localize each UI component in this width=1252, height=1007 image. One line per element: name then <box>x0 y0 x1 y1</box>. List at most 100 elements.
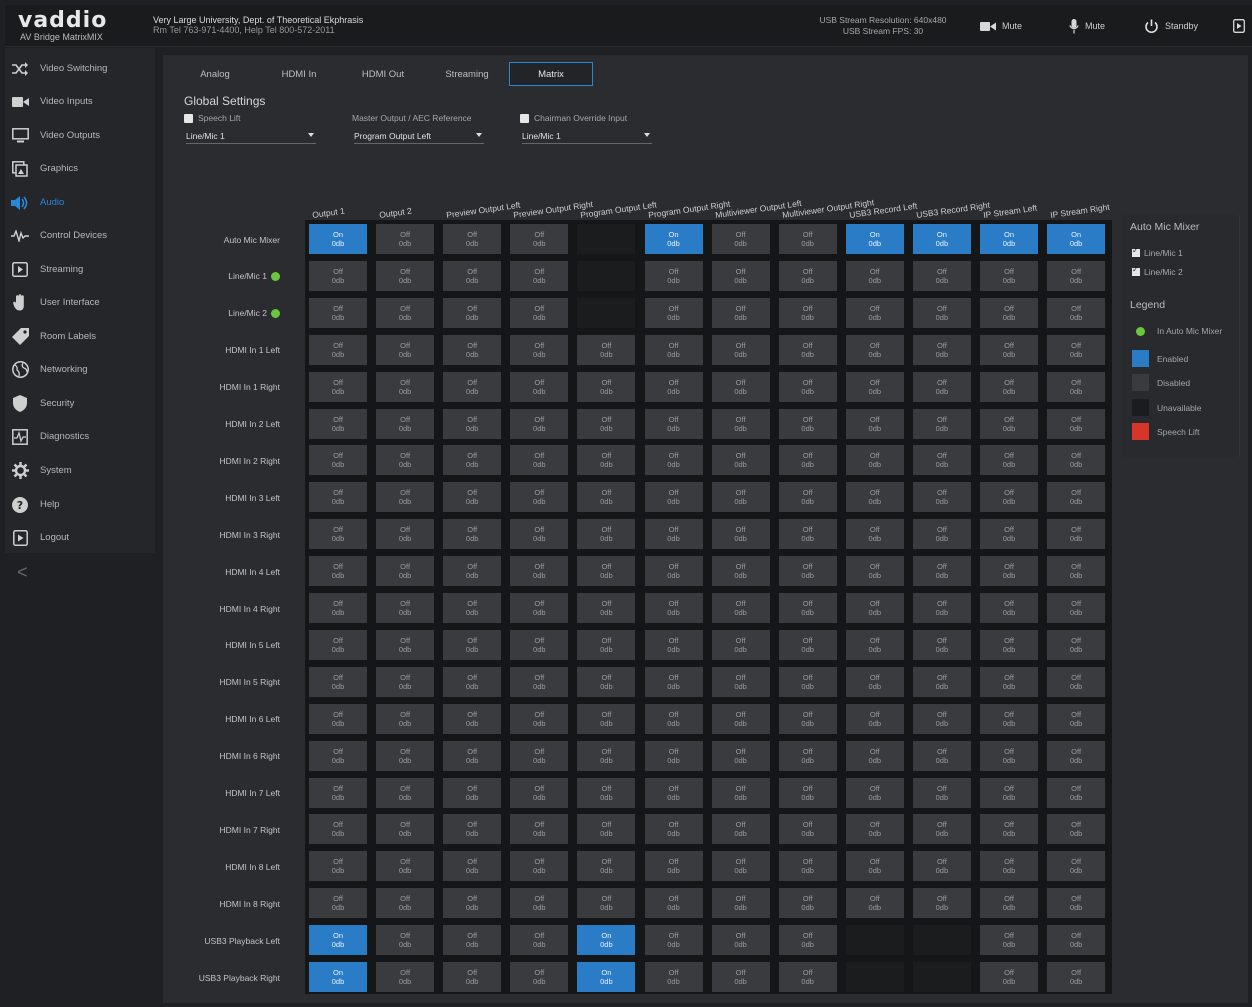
matrix-cell[interactable]: Off 0db <box>577 777 636 808</box>
matrix-cell[interactable]: Off 0db <box>711 556 770 587</box>
matrix-cell[interactable]: Off 0db <box>376 408 435 439</box>
matrix-cell[interactable]: Off 0db <box>644 740 703 771</box>
matrix-cell[interactable]: Off 0db <box>309 556 367 587</box>
matrix-cell[interactable]: Off 0db <box>443 814 502 845</box>
matrix-cell[interactable]: Off 0db <box>443 703 502 734</box>
matrix-cell[interactable]: Off 0db <box>778 260 837 291</box>
matrix-cell[interactable]: Off 0db <box>711 334 770 365</box>
matrix-cell[interactable]: Off 0db <box>1047 888 1106 919</box>
matrix-cell[interactable]: Off 0db <box>711 703 770 734</box>
tab-hdmi-in[interactable]: HDMI In <box>257 62 341 86</box>
matrix-cell[interactable]: Off 0db <box>912 814 971 845</box>
matrix-cell[interactable]: Off 0db <box>845 556 904 587</box>
matrix-cell[interactable]: Off 0db <box>644 851 703 882</box>
matrix-cell[interactable]: Off 0db <box>443 629 502 660</box>
matrix-cell[interactable]: Off 0db <box>1047 777 1106 808</box>
matrix-cell[interactable]: Off 0db <box>309 851 367 882</box>
matrix-cell[interactable]: Off 0db <box>376 814 435 845</box>
matrix-cell[interactable]: Off 0db <box>980 297 1038 328</box>
matrix-cell[interactable]: Off 0db <box>443 888 502 919</box>
matrix-cell[interactable]: Off 0db <box>376 851 435 882</box>
matrix-cell[interactable]: Off 0db <box>309 777 367 808</box>
sidebar-item-video-switching[interactable]: Video Switching <box>5 52 155 85</box>
matrix-cell[interactable]: Off 0db <box>644 408 703 439</box>
matrix-cell[interactable]: Off 0db <box>644 666 703 697</box>
matrix-cell[interactable]: Off 0db <box>309 629 367 660</box>
matrix-cell[interactable]: Off 0db <box>912 777 971 808</box>
matrix-cell[interactable]: Off 0db <box>577 851 636 882</box>
matrix-cell[interactable]: Off 0db <box>980 260 1038 291</box>
matrix-cell[interactable]: On 0db <box>644 224 703 254</box>
matrix-cell[interactable]: Off 0db <box>1047 408 1106 439</box>
matrix-cell[interactable]: Off 0db <box>376 297 435 328</box>
matrix-cell[interactable]: Off 0db <box>912 851 971 882</box>
matrix-cell[interactable]: Off 0db <box>980 814 1038 845</box>
matrix-cell[interactable]: Off 0db <box>980 482 1038 513</box>
matrix-cell[interactable]: Off 0db <box>980 888 1038 919</box>
matrix-cell[interactable]: Off 0db <box>644 925 703 956</box>
matrix-cell[interactable]: Off 0db <box>912 888 971 919</box>
matrix-cell[interactable]: Off 0db <box>309 666 367 697</box>
chairman-override-option[interactable]: Chairman Override Input <box>520 113 627 123</box>
matrix-cell[interactable]: Off 0db <box>644 482 703 513</box>
matrix-cell[interactable]: Off 0db <box>778 962 837 992</box>
matrix-cell[interactable]: Off 0db <box>577 740 636 771</box>
matrix-cell[interactable]: Off 0db <box>510 224 569 254</box>
matrix-cell[interactable]: Off 0db <box>510 482 569 513</box>
matrix-cell[interactable]: Off 0db <box>845 260 904 291</box>
matrix-cell[interactable]: Off 0db <box>309 334 367 365</box>
matrix-cell[interactable]: Off 0db <box>644 593 703 623</box>
matrix-cell[interactable]: Off 0db <box>845 445 904 476</box>
matrix-cell[interactable]: On 0db <box>577 962 636 992</box>
matrix-cell[interactable]: Off 0db <box>778 593 837 623</box>
matrix-cell[interactable]: Off 0db <box>1047 740 1106 771</box>
matrix-cell[interactable]: Off 0db <box>376 371 435 402</box>
matrix-cell[interactable]: Off 0db <box>1047 556 1106 587</box>
matrix-cell[interactable]: Off 0db <box>778 777 837 808</box>
matrix-cell[interactable]: Off 0db <box>711 740 770 771</box>
matrix-cell[interactable]: Off 0db <box>443 593 502 623</box>
matrix-cell[interactable]: Off 0db <box>845 371 904 402</box>
matrix-cell[interactable]: Off 0db <box>845 777 904 808</box>
sidebar-item-audio[interactable]: Audio <box>5 186 155 219</box>
matrix-cell[interactable]: Off 0db <box>1047 851 1106 882</box>
matrix-cell[interactable]: Off 0db <box>443 260 502 291</box>
matrix-cell[interactable]: Off 0db <box>376 777 435 808</box>
matrix-cell[interactable]: Off 0db <box>376 666 435 697</box>
matrix-cell[interactable]: Off 0db <box>309 482 367 513</box>
matrix-cell[interactable]: Off 0db <box>845 519 904 550</box>
video-mute-button[interactable]: Mute <box>980 15 1022 37</box>
matrix-cell[interactable]: Off 0db <box>711 814 770 845</box>
matrix-cell[interactable]: Off 0db <box>980 334 1038 365</box>
matrix-cell[interactable]: Off 0db <box>1047 260 1106 291</box>
matrix-cell[interactable]: Off 0db <box>845 814 904 845</box>
matrix-cell[interactable]: Off 0db <box>711 925 770 956</box>
matrix-cell[interactable]: Off 0db <box>577 593 636 623</box>
matrix-cell[interactable]: Off 0db <box>711 593 770 623</box>
matrix-cell[interactable]: On 0db <box>980 224 1038 254</box>
matrix-cell[interactable]: Off 0db <box>644 814 703 845</box>
matrix-cell[interactable]: Off 0db <box>711 888 770 919</box>
matrix-cell[interactable]: Off 0db <box>778 408 837 439</box>
matrix-cell[interactable]: Off 0db <box>1047 666 1106 697</box>
matrix-cell[interactable]: On 0db <box>309 962 367 992</box>
matrix-cell[interactable]: Off 0db <box>443 556 502 587</box>
matrix-cell[interactable]: Off 0db <box>510 629 569 660</box>
matrix-cell[interactable]: Off 0db <box>443 408 502 439</box>
matrix-cell[interactable]: Off 0db <box>376 334 435 365</box>
matrix-cell[interactable]: Off 0db <box>443 740 502 771</box>
matrix-cell[interactable]: Off 0db <box>778 814 837 845</box>
matrix-cell[interactable]: Off 0db <box>376 740 435 771</box>
matrix-cell[interactable]: Off 0db <box>980 371 1038 402</box>
matrix-cell[interactable]: Off 0db <box>912 260 971 291</box>
matrix-cell[interactable]: Off 0db <box>711 629 770 660</box>
matrix-cell[interactable]: Off 0db <box>577 334 636 365</box>
matrix-cell[interactable]: On 0db <box>912 224 971 254</box>
matrix-cell[interactable]: Off 0db <box>778 666 837 697</box>
matrix-cell[interactable]: On 0db <box>577 925 636 956</box>
matrix-cell[interactable]: Off 0db <box>376 925 435 956</box>
matrix-cell[interactable]: Off 0db <box>1047 519 1106 550</box>
collapse-sidebar-button[interactable]: < <box>17 562 28 583</box>
matrix-cell[interactable]: Off 0db <box>443 962 502 992</box>
line-mic-2-checkbox[interactable] <box>1132 265 1140 276</box>
